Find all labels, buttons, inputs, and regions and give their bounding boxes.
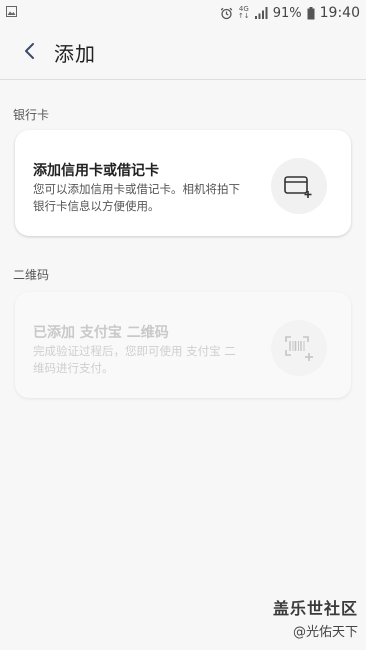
watermark-subtitle: @光佑天下	[292, 625, 358, 640]
add-qr-code-button[interactable]: 已添加 支付宝 二维码 完成验证过程后，您即可使用 支付宝 二维码进行支付。	[15, 292, 351, 398]
signal-icon	[254, 7, 268, 19]
network-indicator: 4G ↑↓	[238, 6, 250, 20]
back-button[interactable]	[8, 31, 52, 75]
qr-add-icon	[271, 320, 327, 376]
card-description: 您可以添加信用卡或借记卡。相机将拍下银行卡信息以方便使用。	[33, 182, 240, 213]
screen: 4G ↑↓ 91% 19:40 添加 银行卡 添加信用卡或借记卡 您可以添加信用…	[0, 0, 366, 650]
chevron-left-icon	[23, 41, 37, 65]
add-bank-card-button[interactable]: 添加信用卡或借记卡 您可以添加信用卡或借记卡。相机将拍下银行卡信息以方便使用。	[15, 130, 351, 236]
status-right: 4G ↑↓ 91% 19:40	[220, 5, 360, 21]
watermark-title: 盖乐世社区	[272, 599, 358, 618]
app-header: 添加	[0, 26, 366, 80]
watermark: 盖乐世社区 @光佑天下	[273, 595, 358, 640]
card-add-icon	[271, 158, 327, 214]
card-description: 完成验证过程后，您即可使用 支付宝 二维码进行支付。	[33, 344, 236, 375]
section-label-bank-card: 银行卡	[13, 108, 50, 122]
section-label-qr-code: 二维码	[13, 268, 50, 282]
network-activity: ↑↓	[238, 12, 250, 20]
battery-icon	[307, 6, 315, 20]
gallery-icon	[6, 5, 17, 21]
alarm-icon	[220, 7, 233, 20]
battery-percent: 91%	[272, 5, 302, 21]
status-bar: 4G ↑↓ 91% 19:40	[0, 0, 366, 26]
clock-time: 19:40	[319, 5, 360, 21]
card-title: 添加信用卡或借记卡	[33, 163, 159, 179]
status-left	[6, 5, 17, 21]
card-title: 已添加 支付宝 二维码	[33, 325, 169, 341]
page-title: 添加	[54, 42, 96, 66]
